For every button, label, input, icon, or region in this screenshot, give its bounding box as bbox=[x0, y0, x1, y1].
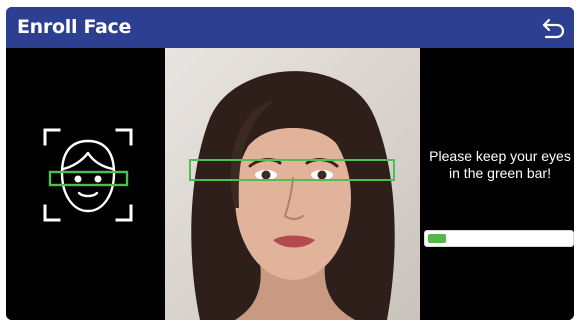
page-title: Enroll Face bbox=[17, 16, 132, 38]
progress-fill bbox=[428, 234, 446, 243]
camera-preview bbox=[165, 48, 420, 320]
enroll-face-screen: Enroll Face Please keep your eyes in the… bbox=[6, 7, 574, 320]
face-photo bbox=[191, 71, 395, 320]
instruction-panel: Please keep your eyes in the green bar! bbox=[420, 48, 574, 320]
eye-guide-bar bbox=[189, 159, 395, 181]
header-bar: Enroll Face bbox=[6, 7, 574, 48]
face-icon-panel bbox=[6, 48, 165, 320]
enroll-progress-bar bbox=[424, 230, 574, 247]
face-scan-icon bbox=[43, 128, 133, 222]
back-button[interactable] bbox=[540, 14, 568, 42]
instruction-text: Please keep your eyes in the green bar! bbox=[429, 148, 571, 181]
back-arrow-icon bbox=[542, 18, 565, 39]
